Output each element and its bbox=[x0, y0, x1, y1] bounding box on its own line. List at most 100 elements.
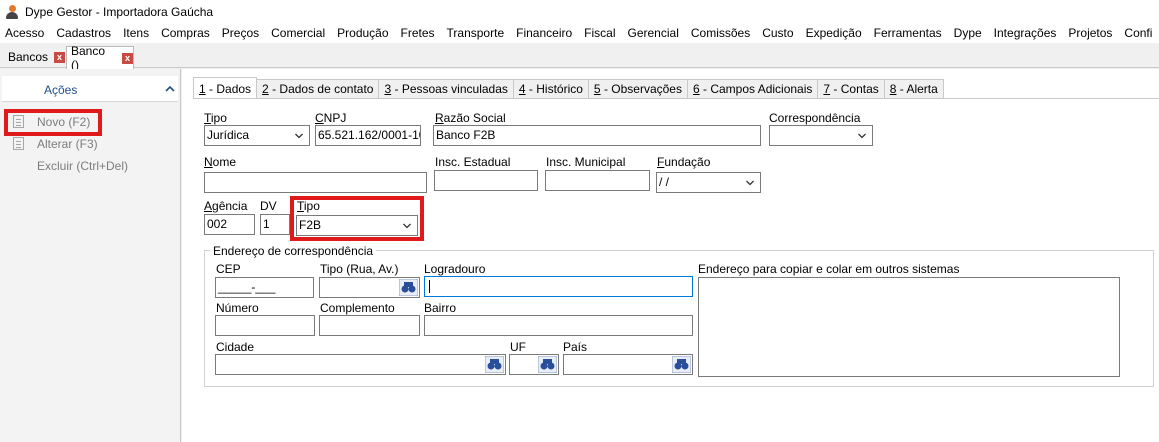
delete-button[interactable]: Excluir (Ctrl+Del) bbox=[12, 157, 128, 175]
chevron-down-icon bbox=[858, 133, 866, 139]
menu-cadastros[interactable]: Cadastros bbox=[51, 23, 118, 43]
insc-municipal-input[interactable] bbox=[545, 170, 650, 191]
logradouro-input[interactable] bbox=[424, 276, 693, 297]
insc-estadual-input[interactable] bbox=[434, 170, 538, 191]
cep-label: CEP bbox=[216, 262, 241, 276]
menu-precos[interactable]: Preços bbox=[217, 23, 266, 43]
chevron-up-icon[interactable] bbox=[165, 85, 175, 93]
menu-comercial[interactable]: Comercial bbox=[266, 23, 332, 43]
edit-button[interactable]: Alterar (F3) bbox=[12, 135, 98, 153]
tipo-label: Tipo bbox=[204, 111, 227, 125]
insc-estadual-label: Insc. Estadual bbox=[435, 155, 511, 169]
cnpj-value: 65.521.162/0001-10 bbox=[318, 128, 421, 142]
menu-projetos[interactable]: Projetos bbox=[1063, 23, 1119, 43]
pais-input[interactable] bbox=[563, 354, 693, 375]
uf-input[interactable] bbox=[509, 354, 559, 375]
menu-custo[interactable]: Custo bbox=[757, 23, 800, 43]
numero-input[interactable] bbox=[215, 315, 315, 336]
pais-label: País bbox=[563, 340, 588, 354]
binoculars-icon[interactable] bbox=[538, 356, 557, 373]
binoculars-icon[interactable] bbox=[399, 279, 418, 296]
complemento-input[interactable] bbox=[319, 315, 420, 336]
cidade-input[interactable] bbox=[215, 354, 506, 375]
menu-comissoes[interactable]: Comissões bbox=[686, 23, 757, 43]
document-icon bbox=[12, 137, 26, 151]
menu-dype[interactable]: Dype bbox=[949, 23, 989, 43]
actions-title: Ações bbox=[44, 83, 78, 97]
menu-itens[interactable]: Itens bbox=[118, 23, 156, 43]
address-group-title: Endereço de correspondência bbox=[210, 244, 377, 258]
doc-tab-label: Bancos bbox=[8, 50, 49, 64]
menu-compras[interactable]: Compras bbox=[156, 23, 217, 43]
menu-expedicao[interactable]: Expedição bbox=[801, 23, 869, 43]
cep-input[interactable]: _____-___ bbox=[215, 277, 314, 298]
razao-social-value: Banco F2B bbox=[436, 128, 496, 142]
cnpj-input[interactable]: 65.521.162/0001-10 bbox=[315, 125, 421, 146]
chevron-down-icon bbox=[295, 133, 303, 139]
cidade-label: Cidade bbox=[216, 340, 255, 354]
tab-alerta[interactable]: 8 - Alerta bbox=[884, 79, 944, 99]
agencia-input[interactable]: 002 bbox=[204, 214, 255, 235]
menu-bar: Acesso Cadastros Itens Compras Preços Co… bbox=[0, 23, 1159, 43]
tab-dados[interactable]: 1 - Dados bbox=[193, 77, 258, 99]
doc-tab-banco[interactable]: Banco () x bbox=[66, 44, 134, 72]
fundacao-value: / / bbox=[659, 175, 670, 189]
tab-contas[interactable]: 7 - Contas bbox=[818, 79, 885, 99]
correspondencia-label: Correspondência bbox=[769, 111, 861, 125]
correspondencia-select[interactable] bbox=[769, 125, 873, 146]
bairro-label: Bairro bbox=[424, 301, 457, 315]
menu-financeiro[interactable]: Financeiro bbox=[511, 23, 579, 43]
chevron-down-icon bbox=[746, 180, 754, 186]
doc-tab-bancos[interactable]: Bancos x bbox=[4, 46, 66, 68]
nome-input[interactable] bbox=[204, 172, 427, 193]
bairro-input[interactable] bbox=[424, 315, 693, 336]
menu-producao[interactable]: Produção bbox=[332, 23, 395, 43]
razao-social-input[interactable]: Banco F2B bbox=[433, 125, 761, 146]
binoculars-icon[interactable] bbox=[672, 356, 691, 373]
doc-tab-label: Banco () bbox=[71, 44, 106, 72]
agencia-label: Agência bbox=[204, 199, 248, 213]
form-tabs: 1 - Dados 2 - Dados de contato 3 - Pesso… bbox=[193, 77, 944, 99]
title-bar: Dype Gestor - Importadora Gaúcha bbox=[0, 0, 1159, 23]
edit-button-label: Alterar (F3) bbox=[37, 137, 98, 151]
logradouro-label: Logradouro bbox=[424, 262, 486, 276]
fundacao-label: Fundação bbox=[657, 155, 711, 169]
fundacao-datepicker[interactable]: / / bbox=[656, 172, 761, 193]
menu-fiscal[interactable]: Fiscal bbox=[579, 23, 622, 43]
actions-header[interactable]: Ações bbox=[2, 76, 178, 102]
agencia-value: 002 bbox=[207, 217, 228, 231]
dv-label: DV bbox=[260, 199, 277, 213]
cep-value: _____-___ bbox=[218, 280, 276, 294]
tab-pessoas-vinculadas[interactable]: 3 - Pessoas vinculadas bbox=[379, 79, 514, 99]
menu-configuracoes[interactable]: Confi bbox=[1119, 23, 1159, 43]
tipo-rua-label: Tipo (Rua, Av.) bbox=[320, 262, 399, 276]
person-icon bbox=[5, 4, 19, 19]
tipo-value: Jurídica bbox=[207, 128, 250, 142]
complemento-label: Complemento bbox=[320, 301, 395, 315]
menu-transporte[interactable]: Transporte bbox=[442, 23, 512, 43]
close-icon[interactable]: x bbox=[54, 51, 66, 63]
razao-social-label: Razão Social bbox=[435, 111, 506, 125]
menu-ferramentas[interactable]: Ferramentas bbox=[869, 23, 949, 43]
menu-integracoes[interactable]: Integrações bbox=[989, 23, 1064, 43]
copy-address-textarea[interactable] bbox=[698, 277, 1120, 377]
dv-input[interactable]: 1 bbox=[260, 214, 290, 235]
highlight-box-new bbox=[4, 109, 102, 136]
insc-municipal-label: Insc. Municipal bbox=[546, 155, 626, 169]
document-tab-strip: Bancos x Banco () x bbox=[0, 44, 1159, 72]
binoculars-icon[interactable] bbox=[485, 356, 504, 373]
nome-label: Nome bbox=[204, 155, 237, 169]
window-title: Dype Gestor - Importadora Gaúcha bbox=[25, 4, 214, 19]
dv-value: 1 bbox=[263, 217, 270, 231]
tab-historico[interactable]: 4 - Histórico bbox=[513, 79, 589, 99]
highlight-box-tipo bbox=[290, 196, 424, 241]
tab-dados-contato[interactable]: 2 - Dados de contato bbox=[257, 79, 380, 99]
tipo-select[interactable]: Jurídica bbox=[204, 125, 310, 146]
menu-fretes[interactable]: Fretes bbox=[396, 23, 442, 43]
close-icon[interactable]: x bbox=[122, 52, 133, 64]
tab-observacoes[interactable]: 5 - Observações bbox=[588, 79, 688, 99]
tab-campos-adicionais[interactable]: 6 - Campos Adicionais bbox=[687, 79, 819, 99]
menu-gerencial[interactable]: Gerencial bbox=[623, 23, 686, 43]
menu-acesso[interactable]: Acesso bbox=[0, 23, 51, 43]
tipo-rua-input[interactable] bbox=[319, 277, 420, 298]
